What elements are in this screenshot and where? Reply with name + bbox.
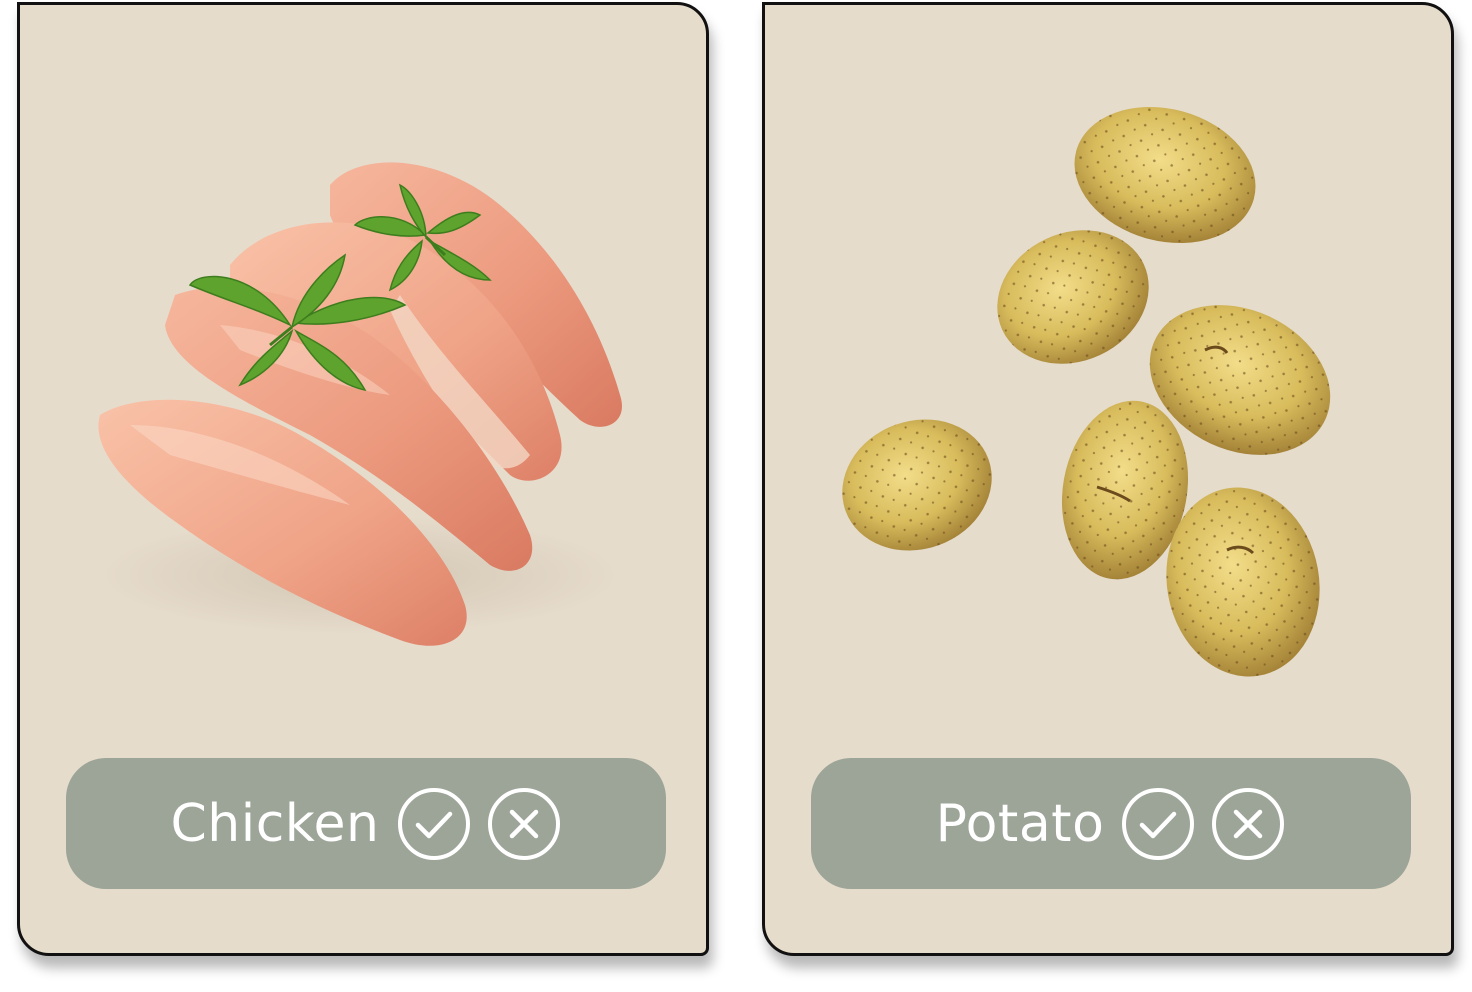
x-circle-icon[interactable] xyxy=(1210,786,1286,862)
potato-image xyxy=(842,106,1331,677)
potato-label-bar: Potato xyxy=(811,758,1411,889)
check-circle-icon[interactable] xyxy=(396,786,472,862)
food-name-label: Potato xyxy=(935,793,1105,854)
food-card-chicken: Chicken xyxy=(17,2,709,956)
chicken-image xyxy=(98,162,622,646)
chicken-label-bar: Chicken xyxy=(66,758,666,889)
food-name-label: Chicken xyxy=(170,793,380,854)
x-circle-icon[interactable] xyxy=(486,786,562,862)
check-circle-icon[interactable] xyxy=(1120,786,1196,862)
food-card-potato: Potato xyxy=(762,2,1454,956)
